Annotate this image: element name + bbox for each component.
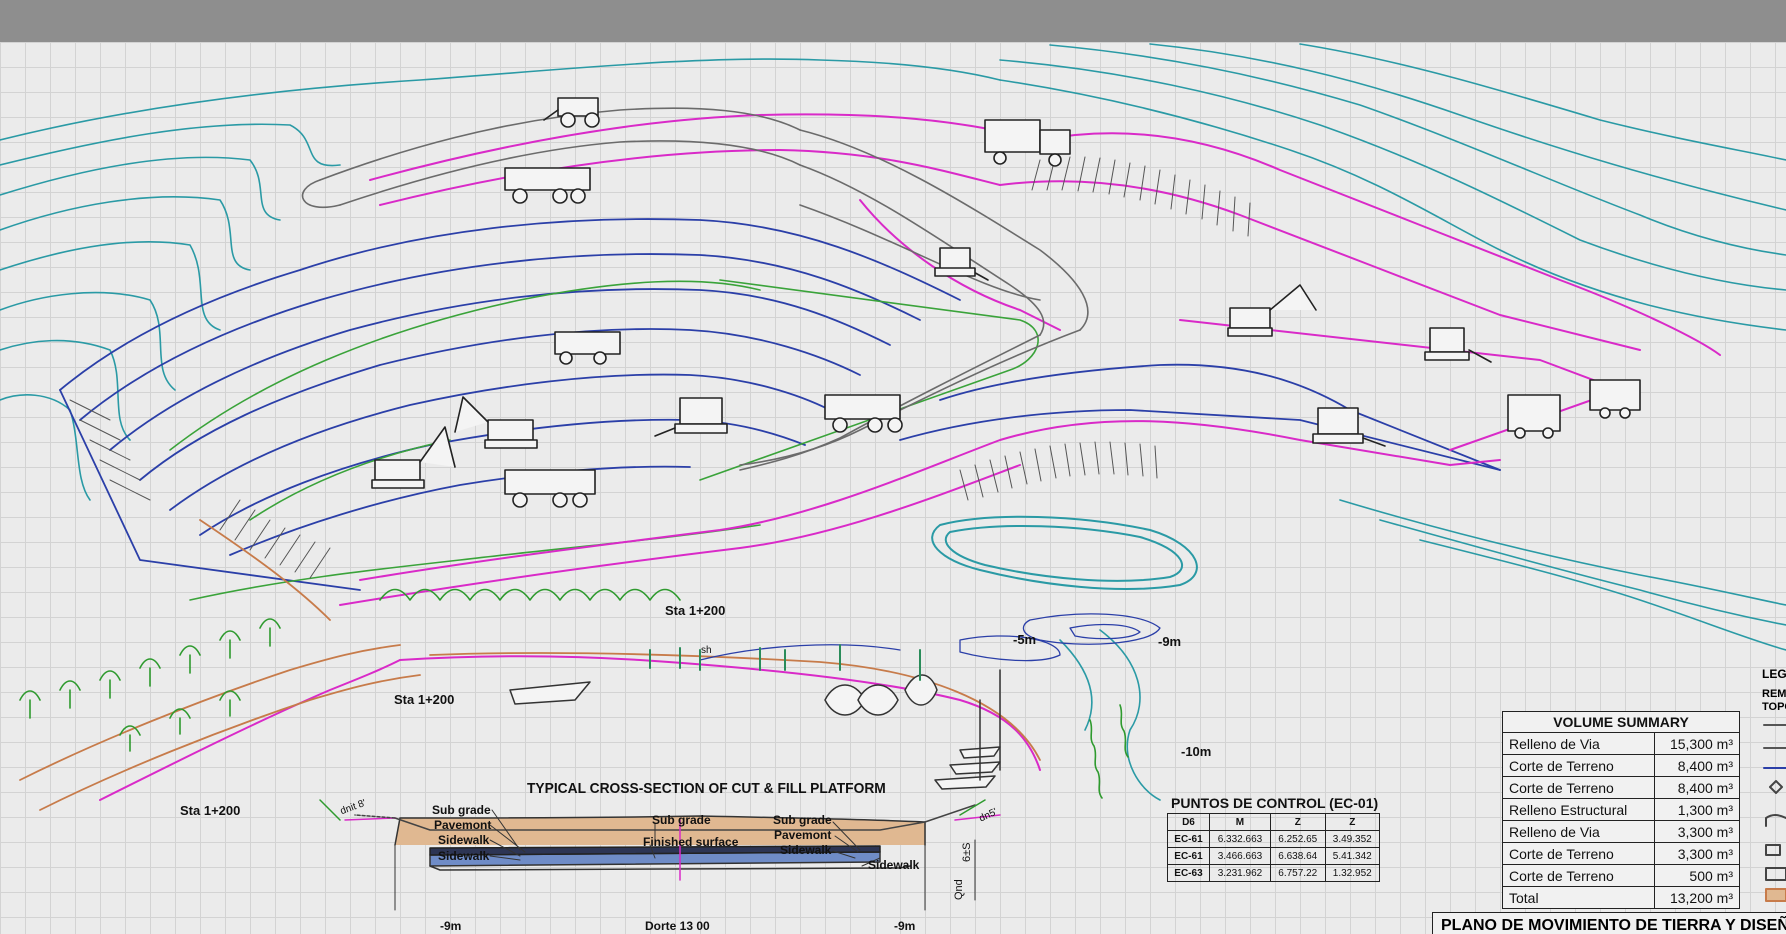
legend-title: LEGI — [1762, 667, 1786, 681]
cross-section-label: Sidewalk — [438, 849, 490, 863]
volume-item-name: Corte de Terreno — [1502, 842, 1655, 865]
table-row: Relleno de Via 3,300 m³ — [1502, 820, 1740, 843]
volume-item-name: Relleno Estructural — [1502, 798, 1655, 821]
depth-label: -10m — [1181, 744, 1212, 759]
table-cell: 5.41.342 — [1324, 847, 1380, 865]
volume-item-value: 1,300 m³ — [1654, 798, 1740, 821]
volume-item-name: Corte de Terreno — [1502, 754, 1655, 777]
volume-item-value: 8,400 m³ — [1654, 776, 1740, 799]
cross-section-label: Pavemont — [434, 818, 492, 832]
site-office-icon — [984, 119, 1071, 167]
table-cell: 1.32.952 — [1324, 864, 1380, 882]
table-header: D6 — [1167, 813, 1210, 831]
table-row: Corte de Terreno 3,300 m³ — [1502, 842, 1740, 865]
dump-truck-icon — [504, 469, 596, 508]
table-cell: 6.332.663 — [1208, 830, 1272, 848]
volume-item-value: 3,300 m³ — [1654, 820, 1740, 843]
cross-section-label: Sub grade — [773, 813, 832, 827]
volume-item-value: 3,300 m³ — [1654, 842, 1740, 865]
legend-swatches — [1763, 724, 1786, 902]
table-header: Z — [1324, 813, 1380, 831]
loader-icon — [543, 97, 600, 128]
mooring-posts — [649, 644, 921, 681]
table-row: EC-61 3.466.663 6.638.64 5.41.342 — [1167, 847, 1380, 865]
volume-summary-title: VOLUME SUMMARY — [1502, 711, 1740, 733]
table-row: Corte de Terreno 500 m³ — [1502, 864, 1740, 887]
bathymetry-lines — [699, 613, 1161, 662]
control-points-title: PUNTOS DE CONTROL (EC-01) — [1171, 795, 1379, 811]
control-points-table: PUNTOS DE CONTROL (EC-01) D6 M Z Z EC-61… — [1167, 795, 1380, 882]
dump-truck-icon — [824, 394, 903, 433]
plan-title-block: PLANO DE MOVIMIENTO DE TIERRA Y DISEÑO — [1432, 912, 1786, 934]
table-cell: EC-63 — [1167, 864, 1210, 882]
dozer-icon — [1424, 327, 1492, 363]
fill-road-edges — [19, 519, 1041, 811]
table-cell: 6.252.65 — [1270, 830, 1326, 848]
cross-section-label: Sidewalk — [438, 833, 490, 847]
table-row: EC-61 6.332.663 6.252.65 3.49.352 — [1167, 830, 1380, 848]
elevation-label: Qnd — [953, 879, 965, 900]
bay-label: sh — [701, 645, 712, 656]
table-row: Relleno de Via 15,300 m³ — [1502, 732, 1740, 755]
station-label: Sta 1+200 — [665, 603, 726, 618]
table-cell: 6.757.22 — [1270, 864, 1326, 882]
table-cell: EC-61 — [1167, 847, 1210, 865]
station-label: Sta 1+200 — [180, 803, 241, 818]
volume-item-name: Corte de Terreno — [1502, 864, 1655, 887]
table-row: Total 13,200 m³ — [1502, 886, 1740, 909]
cross-section-title: TYPICAL CROSS-SECTION OF CUT & FILL PLAT… — [527, 780, 886, 797]
volume-item-value: 8,400 m³ — [1654, 754, 1740, 777]
table-cell: EC-61 — [1167, 830, 1210, 848]
table-row: Corte de Terreno 8,400 m³ — [1502, 776, 1740, 799]
depth-label: -5m — [1013, 632, 1037, 647]
dump-truck-icon — [504, 167, 591, 204]
cross-section-label: Sub grade — [652, 813, 711, 827]
settling-pond — [931, 515, 1198, 591]
depth-label: -9m — [1158, 634, 1182, 649]
table-row: EC-63 3.231.962 6.757.22 1.32.952 — [1167, 864, 1380, 882]
station-label: Sta 1+200 — [394, 692, 455, 707]
site-trailer-icon — [1589, 379, 1641, 419]
excavator-icon — [454, 396, 538, 449]
table-row: Relleno Estructural 1,300 m³ — [1502, 798, 1740, 821]
cross-section-label: Sidewalk — [780, 843, 832, 857]
table-cell: 3.466.663 — [1208, 847, 1272, 865]
table-header: Z — [1270, 813, 1326, 831]
volume-item-name: Relleno de Via — [1502, 732, 1655, 755]
legend-label: REMI — [1762, 688, 1786, 700]
cross-section-label: Sidewalk — [868, 858, 920, 872]
volume-item-value: 13,200 m³ — [1654, 886, 1740, 909]
elevation-value: 6±S — [961, 842, 973, 863]
cross-section-dimension: -9m — [894, 919, 916, 933]
cross-section-label: Finished surface — [643, 835, 739, 849]
table-header: M — [1208, 813, 1272, 831]
cross-section-label: Sub grade — [432, 803, 491, 817]
table-cell: 3.231.962 — [1208, 864, 1272, 882]
dozer-icon — [934, 247, 989, 281]
volume-item-name: Corte de Terreno — [1502, 776, 1655, 799]
marina-boats — [509, 669, 1001, 790]
excavator-icon — [1227, 284, 1317, 337]
cross-section-label: Pavemont — [774, 828, 832, 842]
table-cell: 6.638.64 — [1270, 847, 1326, 865]
volume-item-value: 15,300 m³ — [1654, 732, 1740, 755]
equipment-icons — [371, 97, 1641, 508]
volume-item-value: 500 m³ — [1654, 864, 1740, 887]
volume-item-name: Total — [1502, 886, 1655, 909]
dozer-icon — [654, 397, 728, 437]
cross-section-dimension: -9m — [440, 919, 462, 933]
dozer-icon — [1312, 407, 1386, 447]
cross-section-dimension: Dorte 13 00 — [645, 919, 710, 933]
legend-label: TOPC — [1762, 701, 1786, 713]
volume-summary-table: VOLUME SUMMARY Relleno de Via 15,300 m³ C… — [1502, 711, 1740, 909]
table-cell: 3.49.352 — [1324, 830, 1380, 848]
site-trailer-icon — [1507, 394, 1561, 439]
pit-benches — [59, 218, 1501, 591]
dump-truck-icon — [554, 331, 621, 365]
volume-item-name: Relleno de Via — [1502, 820, 1655, 843]
table-row: Corte de Terreno 8,400 m³ — [1502, 754, 1740, 777]
